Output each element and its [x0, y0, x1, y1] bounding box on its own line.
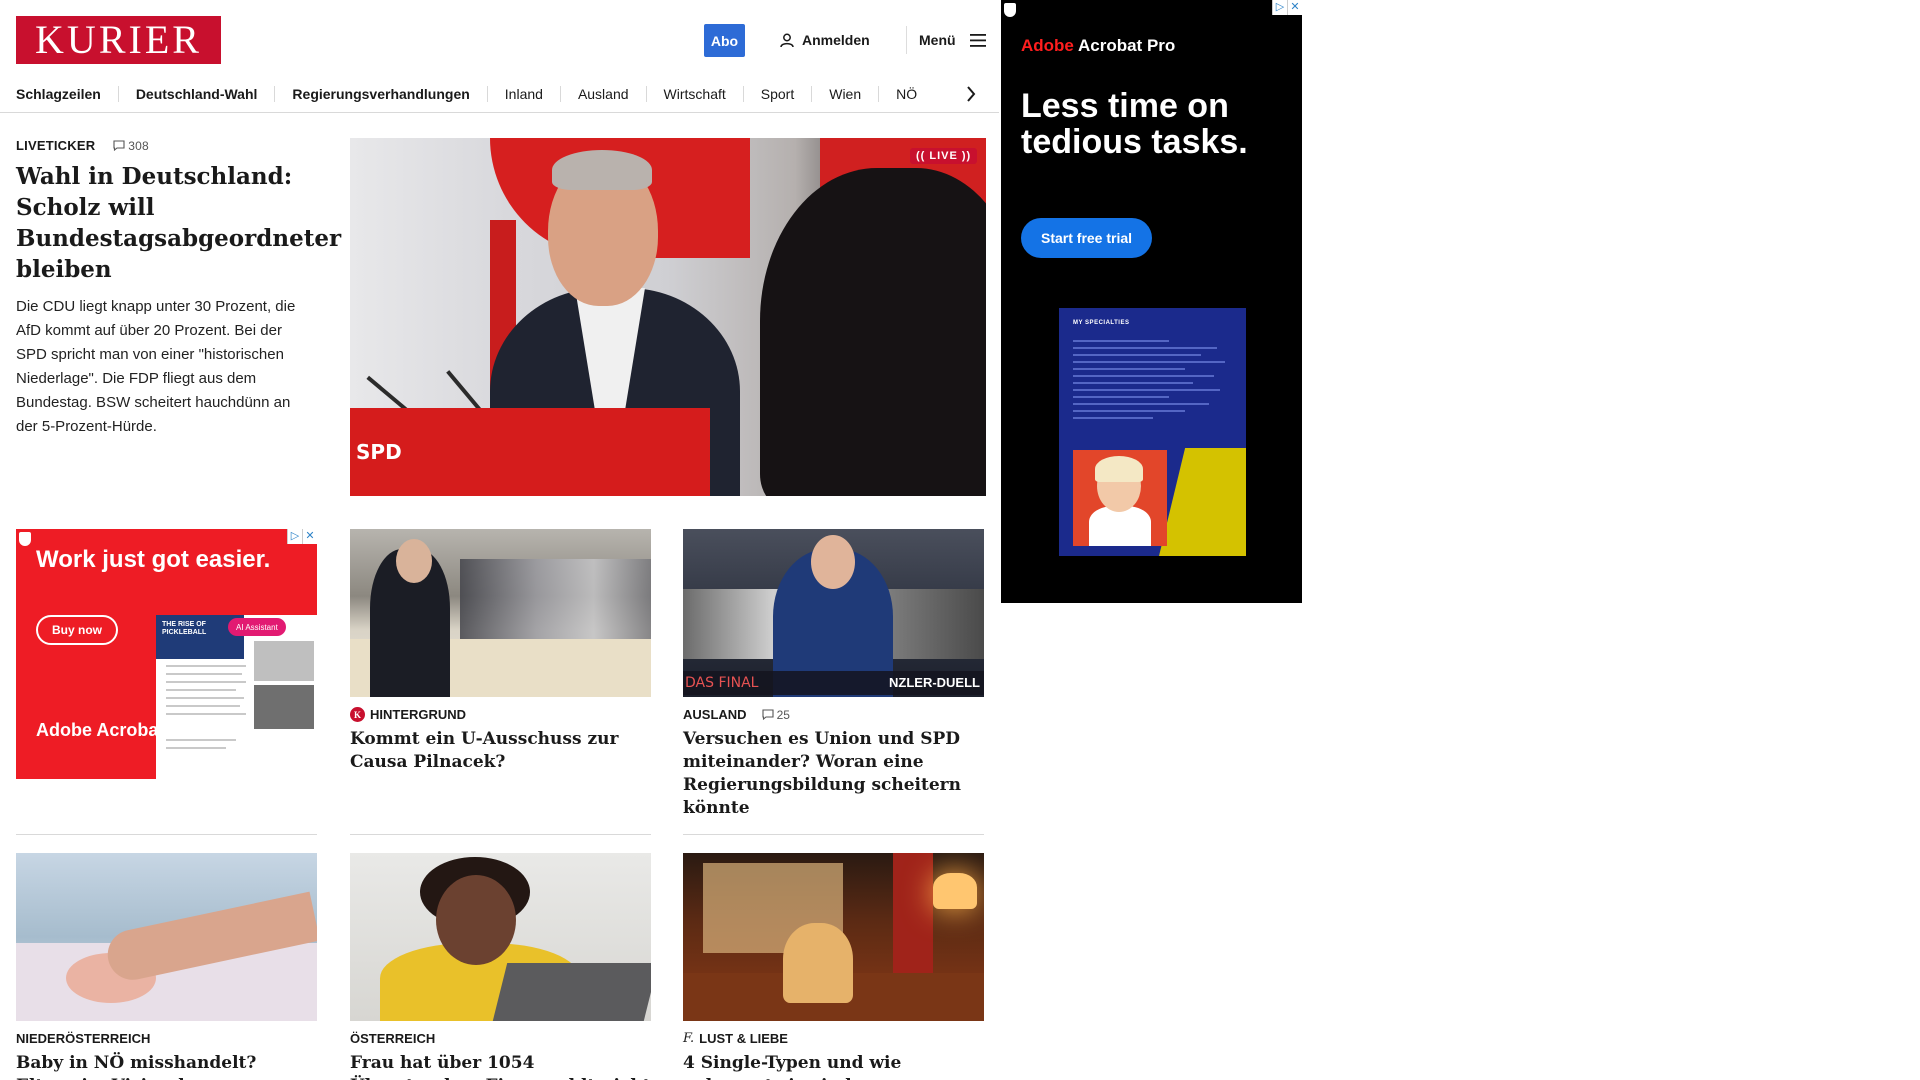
nav-item-wien[interactable]: Wien: [812, 86, 880, 102]
article-kicker: AUSLAND 25: [683, 707, 984, 722]
row-divider: [683, 834, 984, 835]
doc-lines: [1073, 340, 1233, 424]
thumbnail-caption-right: NZLER-DUELL: [889, 675, 980, 690]
start-free-trial-button[interactable]: Start free trial: [1021, 218, 1153, 258]
article-comment-count[interactable]: 25: [762, 708, 790, 722]
row-divider: [350, 834, 651, 835]
row-divider: [16, 834, 317, 835]
nav-item-wirtschaft[interactable]: Wirtschaft: [647, 86, 744, 102]
article-kicker: f. LUST & LIEBE: [683, 1031, 984, 1046]
article-kicker: K HINTERGRUND: [350, 707, 651, 722]
ad-banner-right[interactable]: ▷ ✕ Adobe Acrobat Pro Less time on tedio…: [1001, 0, 1302, 603]
ad-choices[interactable]: ▷ ✕: [1272, 0, 1302, 15]
hamburger-icon: [969, 33, 986, 47]
live-badge: (( LIVE )): [910, 148, 978, 164]
ad-left-photo: [254, 685, 314, 729]
lead-description: Die CDU liegt knapp unter 30 Prozent, di…: [16, 298, 296, 435]
article-comments-value: 25: [776, 707, 790, 722]
article-title[interactable]: Kommt ein U-Ausschuss zur Causa Pilnacek…: [350, 728, 651, 774]
ad-headline: Less time on tedious tasks.: [1021, 87, 1248, 161]
kurier-plus-icon: K: [350, 707, 365, 722]
ad-brand: Adobe Acrobat Pro: [1021, 36, 1175, 56]
ad-brand-product: Acrobat Pro: [1073, 36, 1176, 55]
menu-button[interactable]: Menü: [906, 26, 986, 54]
image-podium-label: SPD: [356, 440, 402, 464]
article-kicker-label: NIEDERÖSTERREICH: [16, 1031, 151, 1046]
article-kicker-label: HINTERGRUND: [370, 707, 467, 722]
ad-left-photo: [254, 641, 314, 681]
lead-kicker-label: LIVETICKER: [16, 138, 96, 153]
article-kicker-label: ÖSTERREICH: [350, 1031, 436, 1046]
freizeit-icon: f.: [683, 1031, 695, 1046]
article-card[interactable]: K HINTERGRUND Kommt ein U-Ausschuss zur …: [350, 529, 651, 774]
article-title[interactable]: 4 Single-Typen und wie gehemmt sie sind: [683, 1052, 984, 1080]
lead-article[interactable]: LIVETICKER 308 Wahl in Deutschland: Scho…: [16, 138, 341, 439]
main-nav: Schlagzeilen Deutschland-Wahl Regierungs…: [16, 76, 986, 112]
article-thumbnail[interactable]: [350, 853, 651, 1021]
article-thumbnail[interactable]: DAS FINAL NZLER-DUELL: [683, 529, 984, 697]
ad-shield-icon: [1004, 3, 1016, 17]
article-title[interactable]: Versuchen es Union und SPD miteinander? …: [683, 728, 984, 820]
ad-document-preview: MY SPECIALTIES: [1059, 308, 1246, 556]
ad-choices[interactable]: ▷ ✕: [287, 529, 317, 544]
article-kicker-label: LUST & LIEBE: [699, 1031, 788, 1046]
doc-title: MY SPECIALTIES: [1073, 320, 1130, 326]
article-thumbnail[interactable]: [16, 853, 317, 1021]
nav-item-noe[interactable]: NÖ: [879, 86, 934, 102]
close-icon[interactable]: ✕: [1287, 0, 1302, 15]
nav-divider: [0, 112, 999, 113]
play-icon[interactable]: ▷: [1272, 0, 1287, 15]
nav-item-ausland[interactable]: Ausland: [561, 86, 647, 102]
ad-shield-icon: [19, 532, 31, 546]
article-title[interactable]: Frau hat über 1054 Überstunden, Firma za…: [350, 1052, 651, 1080]
ad-left-headline: Work just got easier.: [36, 546, 271, 573]
doc-accent: [1159, 448, 1246, 556]
nav-item-sport[interactable]: Sport: [744, 86, 813, 102]
article-kicker: NIEDERÖSTERREICH: [16, 1031, 317, 1046]
nav-item-inland[interactable]: Inland: [488, 86, 561, 102]
article-thumbnail[interactable]: [350, 529, 651, 697]
nav-item-schlagzeilen[interactable]: Schlagzeilen: [16, 86, 119, 102]
buy-now-button[interactable]: Buy now: [36, 615, 118, 645]
login-link[interactable]: Anmelden: [780, 30, 870, 50]
ai-assistant-chip: AI Assistant: [228, 618, 286, 636]
close-icon[interactable]: ✕: [302, 529, 317, 544]
comment-icon: [113, 140, 125, 151]
image-foreground-shape: [760, 168, 986, 496]
article-card[interactable]: DAS FINAL NZLER-DUELL AUSLAND 25 Versuch…: [683, 529, 984, 820]
article-thumbnail[interactable]: [683, 853, 984, 1021]
doc-photo: [1095, 456, 1143, 482]
lead-comments-value: 308: [128, 138, 149, 153]
lead-title[interactable]: Wahl in Deutschland: Scholz will Bundest…: [16, 161, 341, 285]
chevron-right-icon: [967, 86, 976, 102]
nav-scroll-right[interactable]: [966, 76, 976, 112]
comment-icon: [762, 709, 774, 720]
play-icon[interactable]: ▷: [287, 529, 302, 544]
kurier-logo[interactable]: KURIER: [16, 16, 221, 64]
article-title[interactable]: Baby in NÖ misshandelt? Eltern im Visier…: [16, 1052, 317, 1080]
image-figure: [552, 150, 652, 190]
abo-button[interactable]: Abo: [704, 24, 745, 57]
article-kicker: ÖSTERREICH: [350, 1031, 651, 1046]
menu-label: Menü: [919, 32, 956, 48]
lead-kicker: LIVETICKER 308: [16, 138, 316, 153]
ad-banner-left[interactable]: ▷ ✕ Work just got easier. Buy now Adobe …: [16, 529, 317, 779]
lead-image[interactable]: SPD (( LIVE )): [350, 138, 986, 496]
login-label: Anmelden: [802, 32, 870, 48]
lead-comment-count[interactable]: 308: [113, 139, 149, 153]
thumbnail-caption-left: DAS FINAL: [685, 675, 759, 691]
user-icon: [780, 33, 794, 47]
doc-photo: [1089, 506, 1151, 546]
article-card[interactable]: NIEDERÖSTERREICH Baby in NÖ misshandelt?…: [16, 853, 317, 1080]
article-kicker-label: AUSLAND: [683, 707, 747, 722]
article-card[interactable]: f. LUST & LIEBE 4 Single-Typen und wie g…: [683, 853, 984, 1080]
nav-item-deutschland-wahl[interactable]: Deutschland-Wahl: [119, 86, 276, 102]
image-podium: [350, 408, 710, 496]
article-card[interactable]: ÖSTERREICH Frau hat über 1054 Überstunde…: [350, 853, 651, 1080]
nav-item-regierungsverhandlungen[interactable]: Regierungsverhandlungen: [275, 86, 488, 102]
ad-brand-adobe: Adobe: [1021, 36, 1074, 55]
